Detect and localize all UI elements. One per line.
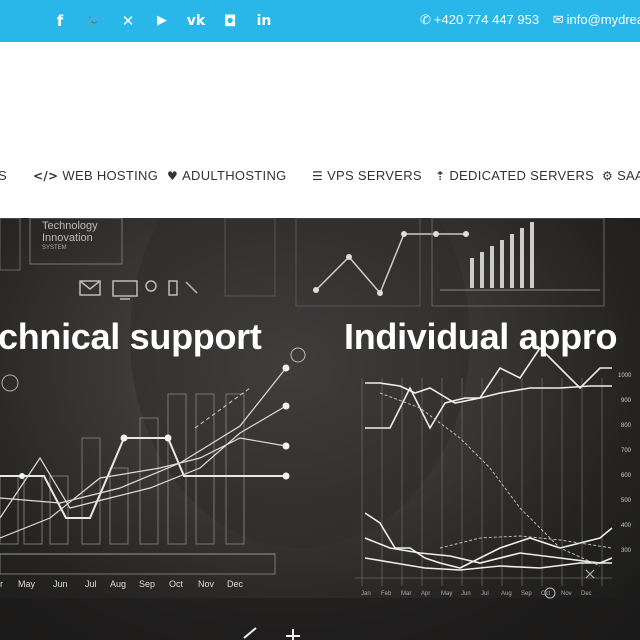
right-month-label: Feb xyxy=(381,591,392,597)
youtube-icon[interactable]: ▶ xyxy=(150,9,174,33)
nav-label-dedicated-servers: DEDICATED SERVERS xyxy=(449,168,595,183)
vk-icon[interactable]: vk xyxy=(184,9,208,33)
social-links: f 🐦 ✕ ▶ vk ◘ in xyxy=(48,9,276,33)
tech-label-technology: Technology xyxy=(42,220,98,232)
right-axis-value: 300 xyxy=(621,548,632,554)
right-axis-value: 900 xyxy=(621,398,632,404)
instagram-icon[interactable]: ◘ xyxy=(218,9,242,33)
slide-title-technical-support: chnical support xyxy=(0,316,262,357)
hero-background-graphics xyxy=(0,218,640,640)
heart-icon: ♥ xyxy=(167,169,179,183)
right-axis-value: 700 xyxy=(621,448,632,454)
main-navigation: S </> WEB HOSTING ♥ ADULTHOSTING ☰ VPS SERV… xyxy=(0,150,640,218)
right-month-label: Jun xyxy=(461,591,471,597)
right-month-label: Jan xyxy=(361,591,371,597)
nav-label-vps-servers: VPS SERVERS xyxy=(327,168,422,183)
nav-item-dedicated-servers[interactable]: ⇡ DEDICATED SERVERS xyxy=(435,168,594,183)
code-icon: </> xyxy=(33,169,59,183)
phone-number[interactable]: +420 774 447 953 xyxy=(434,12,539,27)
top-bar: f 🐦 ✕ ▶ vk ◘ in ✆ +420 774 447 953 ✉ info@… xyxy=(0,0,640,42)
nav-label-web-hosting: WEB HOSTING xyxy=(62,168,159,183)
right-axis-value: 500 xyxy=(621,498,632,504)
right-month-label: Mar xyxy=(401,591,412,597)
phone-icon: ✆ xyxy=(420,13,431,28)
right-axis-value: 400 xyxy=(621,523,632,529)
right-month-label: Dec xyxy=(581,591,592,597)
left-month-label: Jun xyxy=(53,579,68,589)
right-month-label: Nov xyxy=(561,591,572,597)
right-axis-value: 600 xyxy=(621,473,632,479)
right-month-label: Jul xyxy=(481,591,489,597)
nav-item-adulthosting[interactable]: ♥ ADULTHOSTING xyxy=(167,168,287,183)
left-month-label: Aug xyxy=(110,579,127,589)
twitter-icon[interactable]: 🐦 xyxy=(82,9,106,33)
level-up-icon: ⇡ xyxy=(435,169,446,183)
nav-item-cut[interactable]: S xyxy=(0,168,7,183)
nav-item-saas[interactable]: ⚙ SAA xyxy=(602,168,640,183)
left-month-label: Sep xyxy=(139,579,156,589)
nav-item-web-hosting[interactable]: </> WEB HOSTING xyxy=(33,168,158,183)
tech-label-system: SYSTEM xyxy=(42,245,67,251)
left-month-label: Nov xyxy=(198,579,215,589)
left-month-label: Oct xyxy=(169,579,184,589)
right-month-label: Apr xyxy=(421,591,431,597)
header-logo-area xyxy=(0,42,640,150)
left-month-label: Jul xyxy=(85,579,97,589)
email-link[interactable]: info@mydrea xyxy=(567,12,640,27)
cogs-icon: ⚙ xyxy=(602,169,614,183)
left-month-label: May xyxy=(18,579,36,589)
slide-title-individual-approach: Individual appro xyxy=(344,316,618,357)
right-axis-value: 800 xyxy=(621,423,632,429)
left-month-label: Dec xyxy=(227,579,244,589)
right-month-label: Sep xyxy=(521,591,532,597)
envelope-icon: ✉ xyxy=(552,13,564,28)
nav-label-adulthosting: ADULTHOSTING xyxy=(182,168,287,183)
server-icon: ☰ xyxy=(312,169,324,183)
xing-icon[interactable]: ✕ xyxy=(116,9,140,33)
right-month-label: Oct xyxy=(541,591,551,597)
left-month-label: r xyxy=(0,579,3,589)
linkedin-icon[interactable]: in xyxy=(252,9,276,33)
nav-label-saas: SAA xyxy=(617,168,640,183)
right-month-label: Aug xyxy=(501,591,512,597)
right-month-label: May xyxy=(441,591,453,597)
nav-item-vps-servers[interactable]: ☰ VPS SERVERS xyxy=(312,168,422,183)
facebook-icon[interactable]: f xyxy=(48,9,72,33)
hero-slider[interactable]: Technology Innovation SYSTEM chnical sup… xyxy=(0,218,640,640)
right-axis-value: 1000 xyxy=(618,373,632,379)
tech-label-innovation: Innovation xyxy=(42,232,93,244)
contact-info: ✆ +420 774 447 953 ✉ info@mydrea xyxy=(420,12,640,28)
